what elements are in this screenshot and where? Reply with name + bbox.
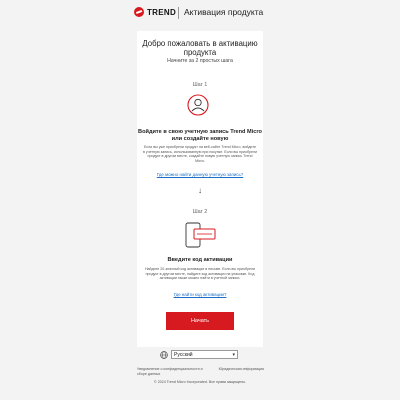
trend-ball-icon: [134, 7, 144, 17]
step1-title: Войдите в свою учетную запись Trend Micr…: [138, 129, 262, 142]
start-button[interactable]: Начать: [166, 312, 234, 330]
language-selected-value: Русский: [174, 351, 193, 358]
language-icon: [160, 350, 168, 359]
trend-logo[interactable]: TREND: [134, 7, 176, 17]
step2-label: Шаг 2: [192, 209, 208, 215]
welcome-heading: Добро пожаловать в активацию продукта: [142, 39, 258, 57]
brand-name: TREND: [147, 7, 177, 17]
step1-label: Шаг 1: [192, 82, 208, 88]
step2-title: Введите код активации: [167, 257, 233, 263]
language-selector-row: Русский ▾: [160, 350, 238, 359]
header-divider: [178, 7, 179, 19]
copyright: © 2024 Trend Micro Incorporated. Все пра…: [154, 380, 246, 384]
language-select[interactable]: Русский ▾: [171, 350, 238, 359]
page-title: Активация продукта: [184, 7, 264, 17]
chevron-down-icon: ▾: [232, 351, 235, 358]
welcome-subtitle: Начните за 2 простых шага: [167, 58, 233, 64]
activation-card: Добро пожаловать в активацию продукта На…: [137, 31, 263, 347]
activation-code-icon: [185, 222, 216, 248]
find-account-link[interactable]: Где можно найти данную учетную запись?: [137, 172, 263, 177]
privacy-link[interactable]: Уведомление о конфиденциальности и сборе…: [137, 367, 207, 376]
user-account-icon: [187, 94, 209, 116]
legal-link[interactable]: Юридическая информация: [212, 367, 264, 372]
step1-description: Если вы уже приобрели продукт на веб-сай…: [143, 145, 258, 163]
down-arrow-icon: ↓: [198, 186, 202, 195]
step2-description: Найдите 20-значный код активации в письм…: [144, 267, 256, 281]
header: TREND Активация продукта: [0, 0, 400, 26]
find-code-link[interactable]: Где найти код активации?: [137, 292, 263, 297]
